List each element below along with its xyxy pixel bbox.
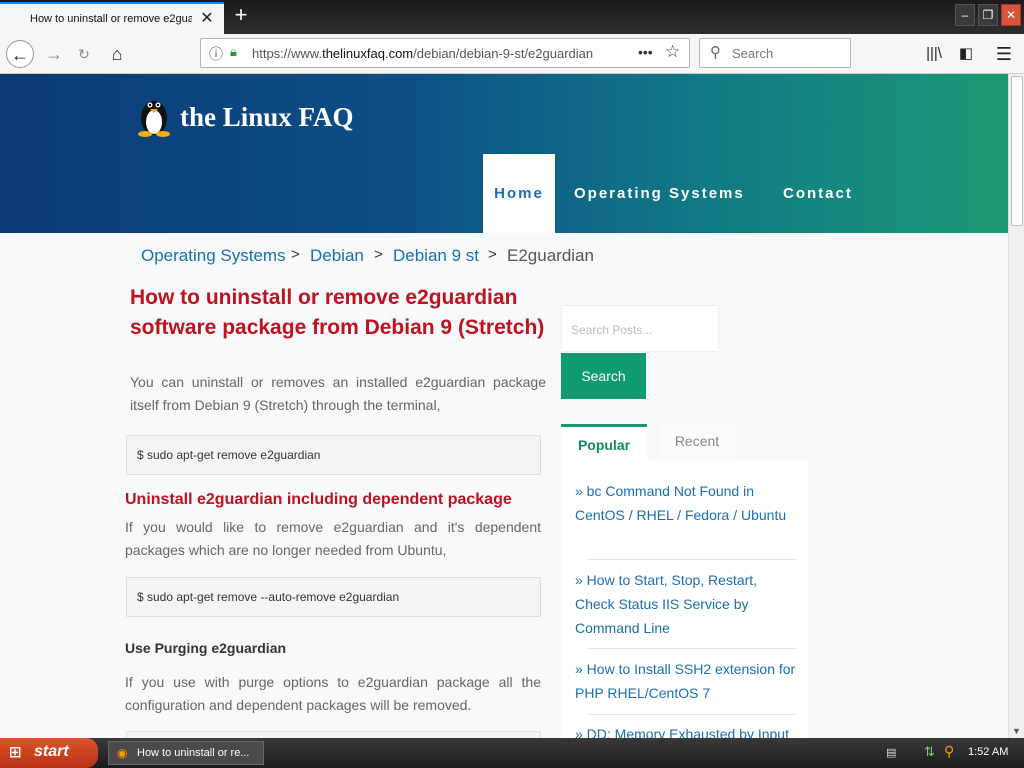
new-tab-icon[interactable]: + [230,4,252,26]
site-logo-text[interactable]: the Linux FAQ [180,102,354,133]
site-header: the Linux FAQ Home Operating Systems Con… [0,74,1008,233]
tab-popular[interactable]: Popular [561,424,647,462]
minimize-window-button[interactable]: – [955,4,975,26]
browser-toolbar: ← → ↻ ⌂ ⓘ 🔒︎ https://www.thelinuxfaq.com… [0,34,1024,74]
start-button[interactable]: ⊞ start [0,738,98,768]
paragraph-dependent: If you would like to remove e2guardian a… [125,519,541,558]
popular-post-link[interactable]: » DD: Memory Exhausted by Input [575,722,799,738]
lock-icon: 🔒︎ [230,44,237,59]
code-block-remove[interactable]: $ sudo apt-get remove e2guardian [126,435,541,475]
keyboard-icon[interactable]: ▤ [886,746,896,759]
breadcrumb-separator: > [291,246,300,263]
page-scrollbar[interactable]: ▼ [1008,74,1024,738]
url-text: https://www.thelinuxfaq.com/debian/debia… [252,46,602,61]
back-arrow-icon[interactable]: ← [6,40,34,68]
article-intro: You can uninstall or removes an installe… [130,374,546,413]
section-heading-dependent: Uninstall e2guardian including dependent… [125,491,512,508]
popular-post-link[interactable]: » How to Install SSH2 extension for PHP … [575,657,799,705]
hamburger-menu-icon[interactable]: ☰ [990,40,1018,68]
network-icon[interactable]: ⇅ [924,744,935,760]
browser-tab[interactable]: How to uninstall or remove e2guar ✕ [0,2,224,34]
breadcrumb-debian[interactable]: Debian [310,246,364,266]
close-window-button[interactable]: ✕ [1001,4,1021,26]
windows-logo-icon: ⊞ [9,744,22,761]
divider [587,714,797,715]
breadcrumb-operating-systems[interactable]: Operating Systems [141,246,286,266]
url-prefix: https://www. [252,46,323,61]
library-icon[interactable]: |||\ [920,40,948,68]
browser-search-box[interactable]: ⚲ Search [699,38,851,68]
tab-recent[interactable]: Recent [659,424,735,460]
article-title: How to uninstall or remove e2guardian so… [130,286,545,339]
divider [587,559,797,560]
url-domain: thelinuxfaq.com [322,46,414,61]
sidebar-search-input[interactable]: Search Posts... [561,305,719,352]
page-actions-icon[interactable]: ••• [638,44,653,60]
system-clock: 1:52 AM [968,746,1009,758]
popular-post-link[interactable]: » bc Command Not Found in CentOS / RHEL … [575,479,799,527]
close-tab-icon[interactable]: ✕ [198,10,216,28]
taskbar-window-title: How to uninstall or re... [137,747,250,759]
start-label: start [34,743,69,760]
bookmark-star-icon[interactable]: ☆ [665,42,680,62]
search-icon: ⚲ [710,44,721,61]
home-icon[interactable]: ⌂ [103,40,131,68]
sidebar-toggle-icon[interactable]: ◧ [952,40,980,68]
taskbar-window-item[interactable]: ◉ How to uninstall or re... [108,741,264,765]
sidebar-search-button[interactable]: Search [561,353,646,399]
reload-icon[interactable]: ↻ [70,40,98,68]
breadcrumb-debian-9[interactable]: Debian 9 st [393,246,479,266]
firefox-icon: ◉ [117,746,128,760]
info-icon[interactable]: ⓘ [209,44,223,64]
browser-search-placeholder: Search [732,46,774,61]
breadcrumb-separator: > [488,246,497,263]
tux-penguin-logo-icon[interactable] [134,92,174,138]
sidebar-search-placeholder: Search Posts... [571,323,653,337]
nav-operating-systems-link[interactable]: Operating Systems [574,185,745,202]
os-taskbar: ⊞ start ◉ How to uninstall or re... ▤ ⇅ … [0,738,1024,768]
restore-window-button[interactable]: ❐ [978,4,998,26]
divider [587,648,797,649]
popular-posts-panel: » bc Command Not Found in CentOS / RHEL … [561,461,808,738]
code-block-auto-remove[interactable]: $ sudo apt-get remove --auto-remove e2gu… [126,577,541,617]
scroll-down-icon[interactable]: ▼ [1012,726,1021,736]
forward-arrow-icon[interactable]: → [40,40,68,68]
paragraph-purging: If you use with purge options to e2guard… [125,674,541,713]
nav-home-link[interactable]: Home [483,154,555,233]
browser-tab-bar: How to uninstall or remove e2guar ✕ + – … [0,0,1024,34]
url-path: /debian/debian-9-st/e2guardian [413,46,594,61]
tab-title: How to uninstall or remove e2guar [30,13,192,25]
search-tray-icon[interactable]: ⚲ [944,743,954,760]
code-block-purge[interactable] [126,731,541,738]
main-content: Operating Systems > Debian > Debian 9 st… [0,233,1008,738]
nav-contact-link[interactable]: Contact [783,185,853,202]
breadcrumb-current: E2guardian [507,246,594,265]
scrollbar-thumb[interactable] [1011,76,1023,226]
breadcrumb-separator: > [374,246,383,263]
url-bar[interactable]: ⓘ 🔒︎ https://www.thelinuxfaq.com/debian/… [200,38,690,68]
section-heading-purging: Use Purging e2guardian [125,640,287,656]
popular-post-link[interactable]: » How to Start, Stop, Restart, Check Sta… [575,568,799,640]
